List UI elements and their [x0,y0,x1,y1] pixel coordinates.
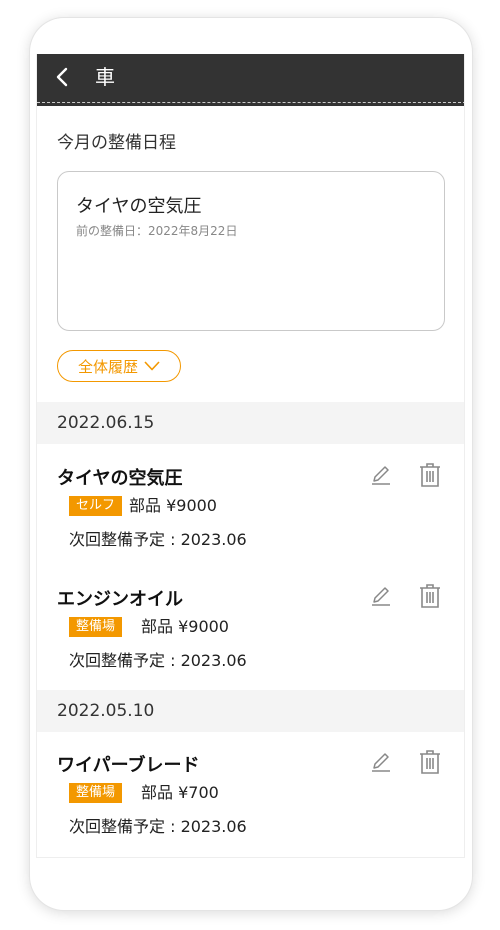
page-title: 車 [95,65,115,89]
date-header: 2022.05.10 [37,690,464,732]
delete-button[interactable] [418,583,442,609]
next-maintenance: 次回整備予定 : 2023.06 [69,817,247,836]
item-price: 部品 ¥9000 [141,617,229,636]
schedule-section-title: 今月の整備日程 [57,133,176,153]
schedule-item-name: タイヤの空気圧 [76,196,202,217]
trash-icon [420,463,440,487]
type-badge: 整備場 [69,783,123,803]
item-name: タイヤの空気圧 [57,468,183,489]
maintenance-item[interactable]: タイヤの空気圧 セルフ 部品 ¥9000 次回整備予定 : 2023.06 [37,452,464,562]
maintenance-item[interactable]: エンジンオイル 整備場 部品 ¥9000 次回整備予定 : 2023.06 [37,573,464,683]
type-badge: 整備場 [69,617,123,637]
item-price: 部品 ¥9000 [129,496,217,515]
delete-button[interactable] [418,749,442,775]
full-history-button[interactable]: 全体履歴 [57,350,181,382]
maintenance-item[interactable]: ワイパーブレード 整備場 部品 ¥700 次回整備予定 : 2023.06 [37,739,464,849]
schedule-card[interactable]: タイヤの空気圧 前の整備日：2022年8月22日 [57,171,445,331]
trash-icon [420,584,440,608]
date-header: 2022.06.15 [37,402,464,444]
chevron-down-icon [144,361,160,371]
item-name: ワイパーブレード [57,755,200,776]
type-badge: セルフ [69,496,123,516]
delete-button[interactable] [418,462,442,488]
edit-button[interactable] [369,583,393,607]
item-name: エンジンオイル [57,589,183,610]
schedule-prev-date: 前の整備日：2022年8月22日 [76,224,238,238]
back-button[interactable] [51,65,75,89]
next-maintenance: 次回整備予定 : 2023.06 [69,651,247,670]
item-price: 部品 ¥700 [141,783,219,802]
app-header: 車 [37,54,464,100]
edit-button[interactable] [369,462,393,486]
full-history-label: 全体履歴 [77,357,138,376]
header-divider [37,100,464,106]
app-screen: 車 今月の整備日程 タイヤの空気圧 前の整備日：2022年8月22日 全体履歴 … [36,54,465,858]
pencil-icon [372,587,390,606]
edit-button[interactable] [369,749,393,773]
chevron-left-icon [56,67,68,87]
trash-icon [420,750,440,774]
next-maintenance: 次回整備予定 : 2023.06 [69,530,247,549]
pencil-icon [372,753,390,772]
pencil-icon [372,466,390,485]
